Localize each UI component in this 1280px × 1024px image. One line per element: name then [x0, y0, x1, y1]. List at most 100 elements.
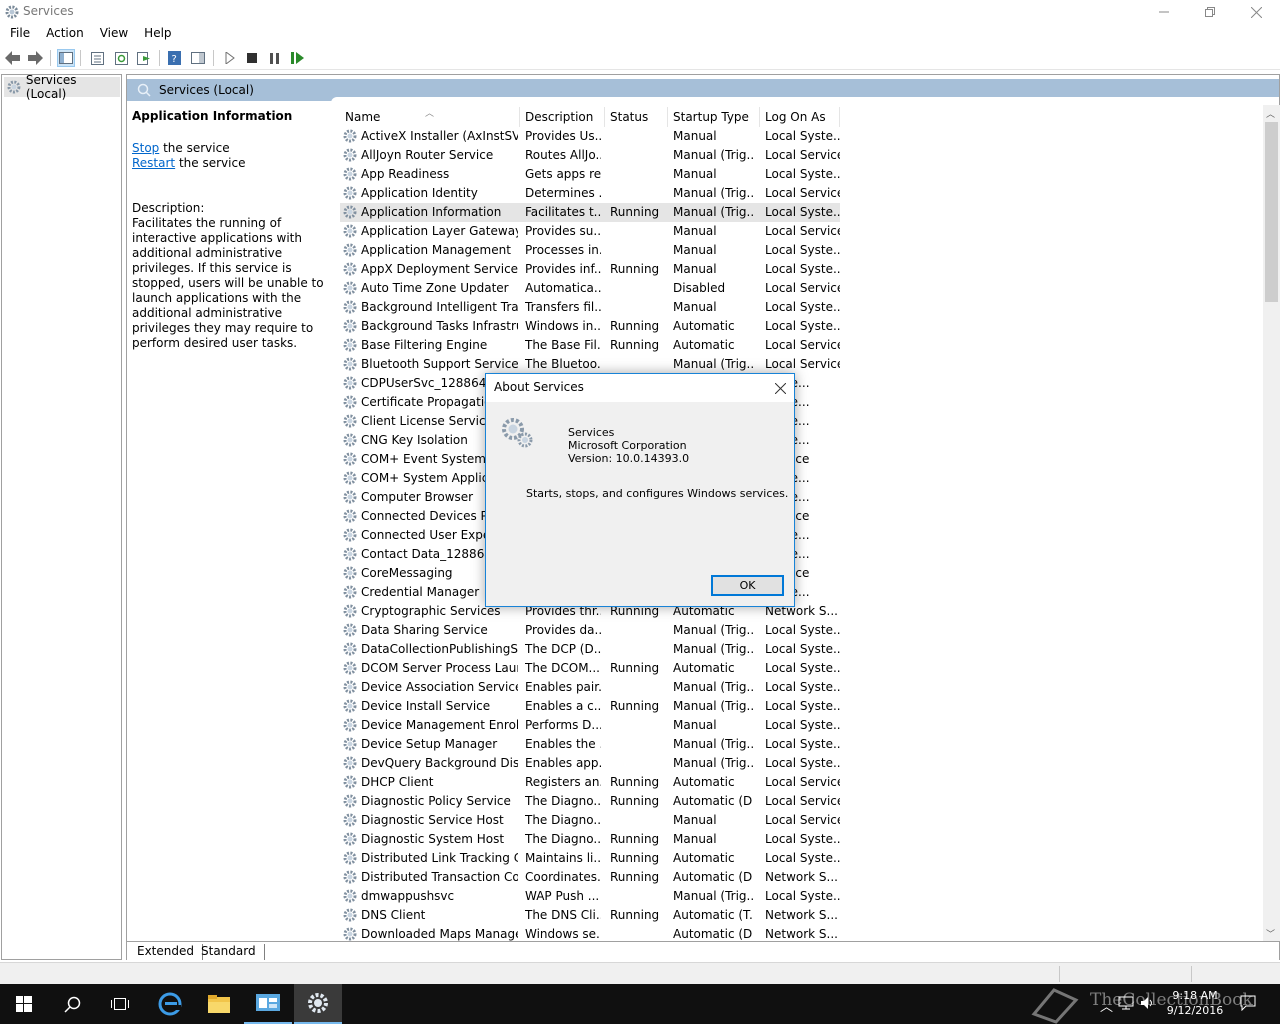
close-button[interactable] [1233, 0, 1279, 24]
service-description: Provides da... [525, 623, 601, 637]
service-log-on-as: Local Service [765, 794, 840, 808]
table-row[interactable]: Auto Time Zone Updater Automatica... Disab… [340, 279, 840, 298]
service-name: DNS Client [361, 908, 426, 922]
svg-text:?: ? [171, 54, 176, 65]
table-row[interactable]: App Readiness Gets apps re... Manual Local … [340, 165, 840, 184]
start-button[interactable] [0, 984, 48, 1024]
table-row[interactable]: DevQuery Background Disc... Enables app..… [340, 754, 840, 773]
table-row[interactable]: Device Setup Manager Enables the ... Manua… [340, 735, 840, 754]
table-row[interactable]: ActiveX Installer (AxInstSV) Provides Us.… [340, 127, 840, 146]
service-description: Automatica... [525, 281, 601, 295]
table-row[interactable]: AppX Deployment Service (... Provides inf… [340, 260, 840, 279]
service-log-on-as: Local Syste... [765, 262, 840, 276]
service-startup-type: Manual [673, 813, 717, 827]
action-center-icon[interactable] [1240, 995, 1256, 1011]
table-row[interactable]: dmwappushsvc WAP Push ... Manual (Trig... L… [340, 887, 840, 906]
scroll-up-icon[interactable]: ︿ [1266, 107, 1275, 120]
server-manager-taskbar-button[interactable] [244, 984, 292, 1024]
column-header-status[interactable]: Status [605, 107, 668, 127]
pause-service-button[interactable] [266, 49, 284, 67]
service-gear-icon [343, 338, 357, 352]
table-row[interactable]: Application Information Facilitates t... R… [340, 203, 840, 222]
network-icon[interactable] [1118, 996, 1134, 1010]
start-service-button[interactable] [221, 49, 239, 67]
column-header-name[interactable]: ︿ Name [340, 107, 520, 127]
tab-standard[interactable]: Standard [193, 944, 265, 960]
table-row[interactable]: Background Intelligent Tran... Transfers … [340, 298, 840, 317]
about-dialog: About Services Services Microsoft Corpor… [485, 373, 795, 607]
export-list-button[interactable] [135, 49, 153, 67]
tree-item-services-local[interactable]: Services (Local) [4, 73, 120, 101]
edge-taskbar-button[interactable] [146, 984, 194, 1024]
service-log-on-as: Local Syste... [765, 699, 840, 713]
table-row[interactable]: Bluetooth Support Service The Bluetoo... M… [340, 355, 840, 374]
stop-service-button[interactable] [243, 49, 261, 67]
services-gear-icon [7, 80, 21, 94]
forward-button[interactable] [26, 49, 44, 67]
table-row[interactable]: Data Sharing Service Provides da... Manual… [340, 621, 840, 640]
service-startup-type: Manual (Trig... [673, 889, 753, 903]
table-row[interactable]: Application Identity Determines ... Manual… [340, 184, 840, 203]
menu-view[interactable]: View [92, 24, 136, 44]
scroll-thumb[interactable] [1265, 122, 1278, 302]
service-startup-type: Automatic (D... [673, 794, 753, 808]
menu-action[interactable]: Action [38, 24, 92, 44]
refresh-button[interactable] [112, 49, 130, 67]
show-hidden-icons[interactable]: ︿ [1100, 996, 1113, 1015]
service-gear-icon [343, 642, 357, 656]
system-clock[interactable]: 9:18 AM 9/12/2016 [1160, 988, 1230, 1018]
dialog-close-button[interactable] [770, 378, 790, 398]
column-header-startup-type[interactable]: Startup Type [668, 107, 760, 127]
service-gear-icon [343, 129, 357, 143]
tab-extended[interactable]: Extended [129, 944, 203, 960]
properties-button[interactable] [88, 49, 106, 67]
table-row[interactable]: Device Association Service Enables pair..… [340, 678, 840, 697]
services-taskbar-button[interactable] [294, 984, 342, 1024]
restore-button[interactable] [1187, 0, 1233, 24]
show-hide-console-tree-button[interactable] [57, 49, 75, 67]
table-row[interactable]: Distributed Transaction Coo... Coordinate… [340, 868, 840, 887]
service-description: Determines ... [525, 186, 601, 200]
volume-icon[interactable] [1140, 996, 1156, 1010]
service-gear-icon [343, 604, 357, 618]
file-explorer-taskbar-button[interactable] [195, 984, 243, 1024]
table-row[interactable]: Downloaded Maps Manager Windows se... Auto… [340, 925, 840, 941]
service-gear-icon [343, 737, 357, 751]
scroll-down-icon[interactable]: ﹀ [1266, 927, 1275, 940]
table-row[interactable]: Device Install Service Enables a c... Runn… [340, 697, 840, 716]
table-row[interactable]: DNS Client The DNS Cli... Running Automatic… [340, 906, 840, 925]
minimize-button[interactable] [1141, 0, 1187, 24]
restart-icon [291, 52, 304, 64]
back-button[interactable] [4, 49, 22, 67]
table-row[interactable]: DataCollectionPublishingSe... The DCP (D.… [340, 640, 840, 659]
column-header-log-on-as[interactable]: Log On As [760, 107, 840, 127]
help-button[interactable]: ? [165, 49, 183, 67]
service-name: Device Management Enroll... [361, 718, 518, 732]
menu-help[interactable]: Help [136, 24, 179, 44]
task-view-button[interactable] [96, 984, 144, 1024]
show-hide-action-pane-button[interactable] [189, 49, 207, 67]
table-row[interactable]: DCOM Server Process Laun... The DCOM... Ru… [340, 659, 840, 678]
service-gear-icon [343, 547, 357, 561]
table-row[interactable]: Base Filtering Engine The Base Fil... Runn… [340, 336, 840, 355]
table-row[interactable]: Application Management Processes in... Man… [340, 241, 840, 260]
table-row[interactable]: Diagnostic Service Host The Diagno... Manu… [340, 811, 840, 830]
table-row[interactable]: AllJoyn Router Service Routes AllJo... Man… [340, 146, 840, 165]
restart-service-link[interactable]: Restart [132, 156, 175, 170]
service-status [610, 887, 666, 906]
table-row[interactable]: Background Tasks Infrastru... Windows in.… [340, 317, 840, 336]
table-row[interactable]: Distributed Link Tracking Cl... Maintains… [340, 849, 840, 868]
stop-service-link[interactable]: Stop [132, 141, 159, 155]
table-row[interactable]: Diagnostic Policy Service The Diagno... Ru… [340, 792, 840, 811]
search-button[interactable] [48, 984, 96, 1024]
menu-file[interactable]: File [2, 24, 38, 44]
table-row[interactable]: Diagnostic System Host The Diagno... Runni… [340, 830, 840, 849]
table-row[interactable]: Application Layer Gateway ... Provides su… [340, 222, 840, 241]
vertical-scrollbar[interactable]: ︿ ﹀ [1263, 105, 1280, 941]
table-row[interactable]: DHCP Client Registers an... Running Automat… [340, 773, 840, 792]
table-row[interactable]: Device Management Enroll... Performs D...… [340, 716, 840, 735]
service-gear-icon [343, 680, 357, 694]
column-header-description[interactable]: Description [520, 107, 605, 127]
ok-button[interactable]: OK [711, 575, 784, 596]
restart-service-button[interactable] [289, 49, 307, 67]
